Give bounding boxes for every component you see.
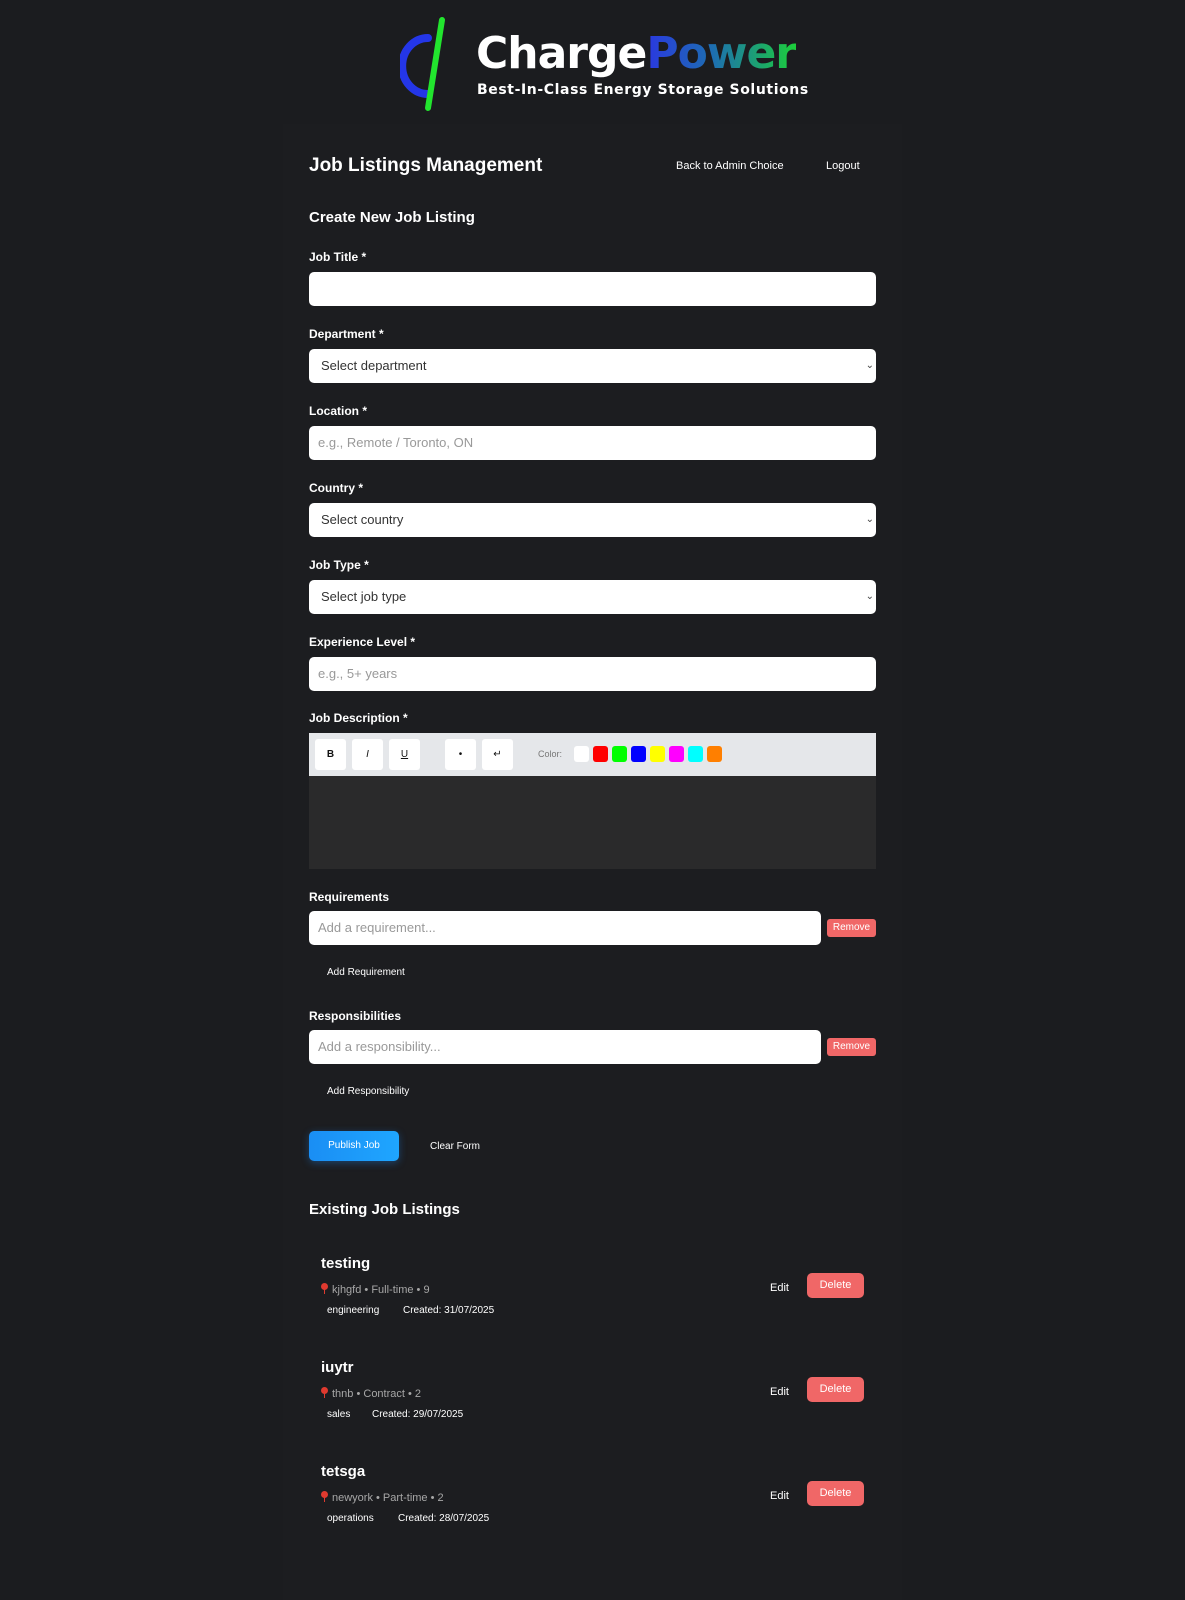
responsibilities-label: Responsibilities [309, 1009, 402, 1023]
job-title: tetsga [321, 1463, 366, 1480]
job-title-input[interactable] [309, 272, 876, 306]
location-pin-icon [321, 1491, 328, 1502]
job-meta-text: newyork • Part-time • 2 [332, 1492, 444, 1504]
chevron-down-icon: ⌄ [865, 514, 874, 525]
job-description-editor[interactable] [309, 776, 876, 869]
editor-toolbar: B I U • ↵ Color: [309, 733, 876, 776]
create-listing-heading: Create New Job Listing [309, 209, 475, 226]
delete-job-button[interactable]: Delete [807, 1377, 864, 1402]
color-label: Color: [538, 749, 563, 759]
job-description-label: Job Description * [309, 711, 408, 725]
color-swatch[interactable] [593, 746, 608, 762]
chevron-down-icon: ⌄ [865, 591, 874, 602]
department-select[interactable]: Select department ⌄ [309, 349, 876, 383]
experience-input[interactable]: e.g., 5+ years [309, 657, 876, 691]
job-type-label: Job Type * [309, 558, 369, 572]
bold-button[interactable]: B [315, 739, 346, 770]
existing-listings-heading: Existing Job Listings [309, 1201, 460, 1218]
brand-wordmark: ChargePower [476, 28, 797, 80]
job-listing-card: iuytr thnb • Contract • 2 sales Created:… [309, 1349, 876, 1445]
edit-job-button[interactable]: Edit [770, 1282, 789, 1294]
site-header: ChargePower Best-In-Class Energy Storage… [0, 0, 1185, 124]
color-swatch[interactable] [612, 746, 627, 762]
edit-job-button[interactable]: Edit [770, 1490, 789, 1502]
brand-tagline: Best-In-Class Energy Storage Solutions [477, 82, 809, 98]
job-created-date: Created: 29/07/2025 [372, 1409, 464, 1420]
delete-job-button[interactable]: Delete [807, 1273, 864, 1298]
clear-form-button[interactable]: Clear Form [430, 1141, 480, 1152]
department-selected-value: Select department [321, 358, 427, 373]
color-swatch[interactable] [574, 746, 589, 762]
job-department: sales [327, 1409, 351, 1420]
location-input[interactable]: e.g., Remote / Toronto, ON [309, 426, 876, 460]
brand-name-power: Power [646, 28, 797, 79]
publish-job-button[interactable]: Publish Job [309, 1131, 399, 1161]
job-meta: kjhgfd • Full-time • 9 [321, 1283, 430, 1296]
job-created-date: Created: 31/07/2025 [403, 1305, 495, 1316]
job-meta: thnb • Contract • 2 [321, 1387, 421, 1400]
job-title: testing [321, 1255, 371, 1272]
country-selected-value: Select country [321, 512, 404, 527]
country-label: Country * [309, 481, 363, 495]
chevron-down-icon: ⌄ [865, 360, 874, 371]
requirements-label: Requirements [309, 890, 390, 904]
department-label: Department * [309, 327, 384, 341]
add-responsibility-button[interactable]: Add Responsibility [327, 1086, 409, 1097]
location-label: Location * [309, 404, 368, 418]
job-listing-card: tetsga newyork • Part-time • 2 operation… [309, 1453, 876, 1549]
job-meta: newyork • Part-time • 2 [321, 1491, 444, 1504]
delete-job-button[interactable]: Delete [807, 1481, 864, 1506]
experience-label: Experience Level * [309, 635, 416, 649]
remove-responsibility-button[interactable]: Remove [827, 1038, 876, 1056]
job-meta-text: thnb • Contract • 2 [332, 1388, 422, 1400]
location-pin-icon [321, 1283, 328, 1294]
back-to-admin-choice-button[interactable]: Back to Admin Choice [676, 160, 784, 172]
job-title: iuytr [321, 1359, 354, 1376]
edit-job-button[interactable]: Edit [770, 1386, 789, 1398]
job-department: operations [327, 1513, 374, 1524]
line-break-button[interactable]: ↵ [482, 739, 513, 770]
requirement-input[interactable]: Add a requirement... [309, 911, 821, 945]
page-title: Job Listings Management [309, 155, 543, 176]
color-swatch[interactable] [631, 746, 646, 762]
job-type-selected-value: Select job type [321, 589, 407, 604]
job-type-select[interactable]: Select job type ⌄ [309, 580, 876, 614]
logout-button[interactable]: Logout [826, 160, 860, 172]
color-swatch[interactable] [669, 746, 684, 762]
responsibility-input[interactable]: Add a responsibility... [309, 1030, 821, 1064]
italic-button[interactable]: I [352, 739, 383, 770]
job-department: engineering [327, 1305, 380, 1316]
color-swatch[interactable] [707, 746, 722, 762]
country-select[interactable]: Select country ⌄ [309, 503, 876, 537]
job-meta-text: kjhgfd • Full-time • 9 [332, 1284, 430, 1296]
job-title-label: Job Title * [309, 250, 367, 264]
bullet-list-button[interactable]: • [445, 739, 476, 770]
job-created-date: Created: 28/07/2025 [398, 1513, 490, 1524]
job-listing-card: testing kjhgfd • Full-time • 9 engineeri… [309, 1245, 876, 1341]
underline-button[interactable]: U [389, 739, 420, 770]
add-requirement-button[interactable]: Add Requirement [327, 967, 405, 978]
brand-name-charge: Charge [476, 28, 647, 79]
remove-requirement-button[interactable]: Remove [827, 919, 876, 937]
chargepower-logo-icon [400, 17, 445, 111]
location-pin-icon [321, 1387, 328, 1398]
color-swatch[interactable] [650, 746, 665, 762]
color-swatch[interactable] [688, 746, 703, 762]
